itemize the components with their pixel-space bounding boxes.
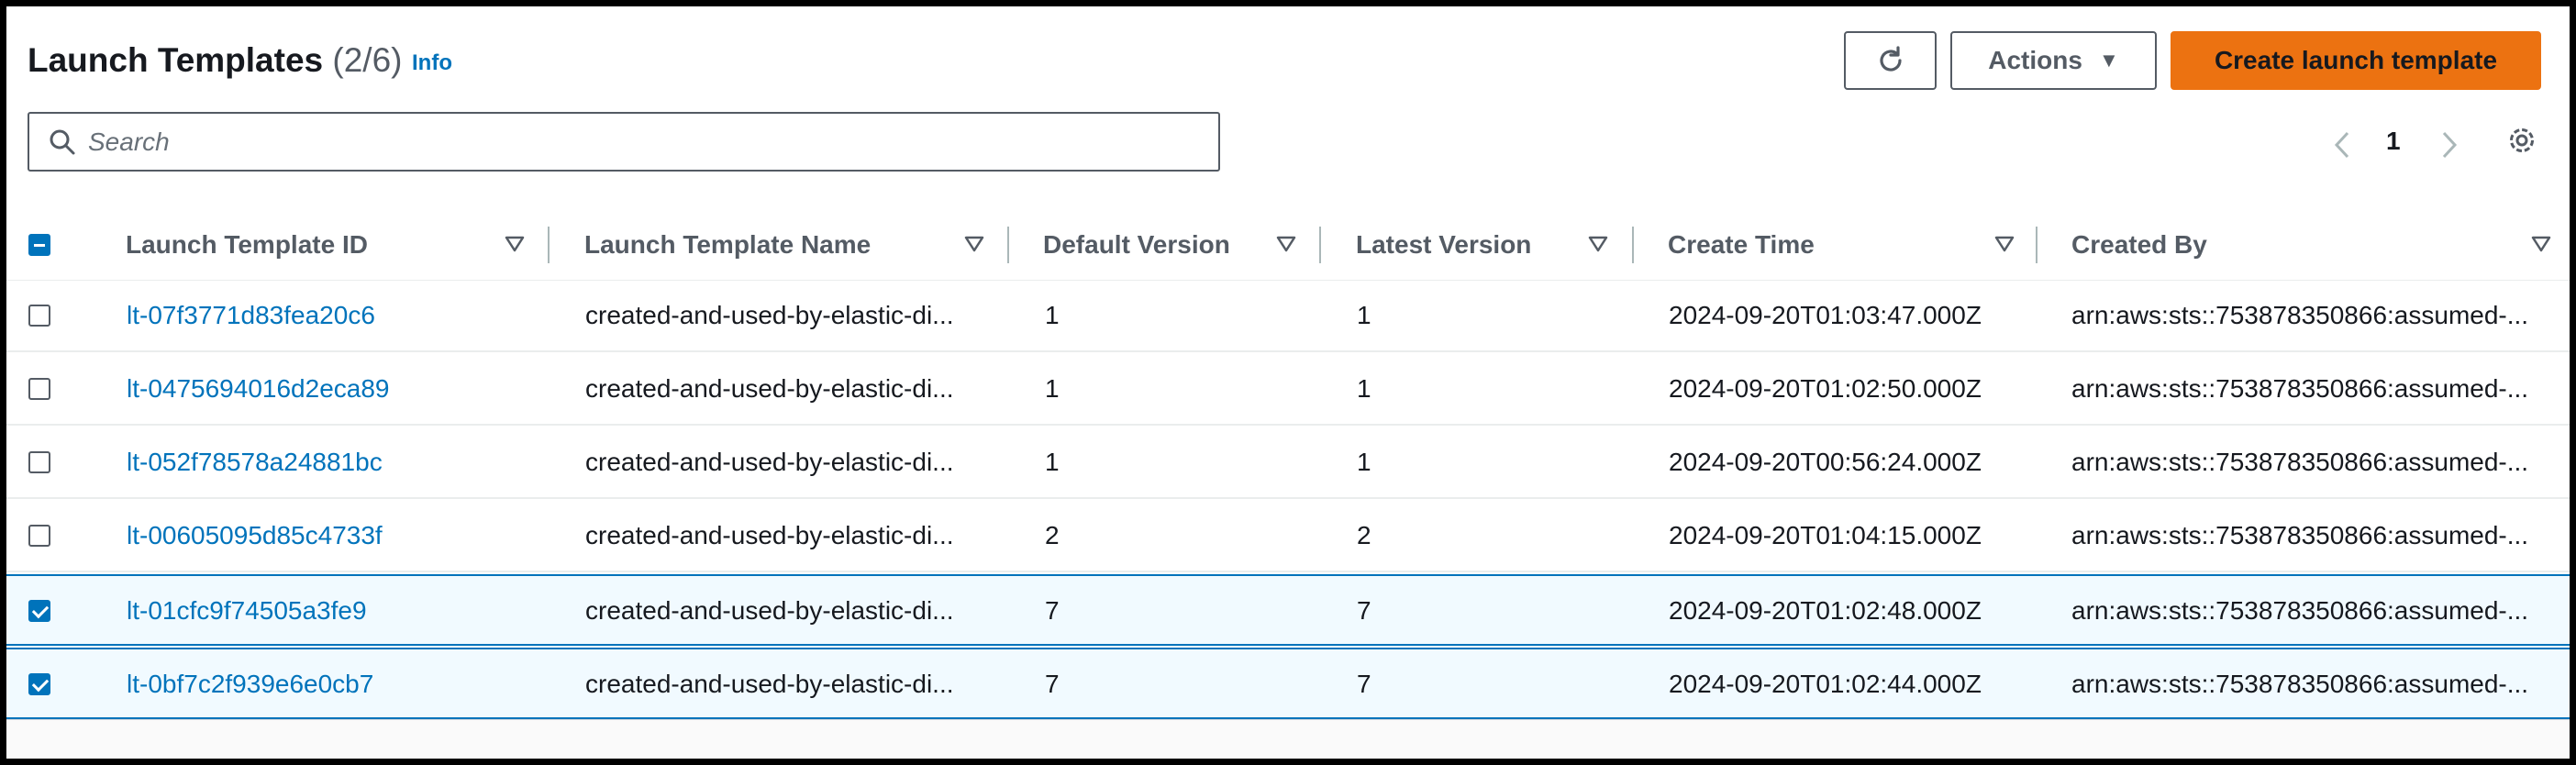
launch-template-id-link[interactable]: lt-0475694016d2eca89 <box>127 354 389 424</box>
column-header-latest-version[interactable]: Latest Version <box>1356 210 1531 280</box>
column-divider[interactable] <box>2036 227 2037 263</box>
chevron-left-icon[interactable] <box>2333 130 2351 161</box>
sort-icon[interactable] <box>1588 235 1608 253</box>
created-by: arn:aws:sts::753878350866:assumed-... <box>2071 374 2529 403</box>
launch-template-name: created-and-used-by-elastic-di... <box>585 374 954 403</box>
created-by: arn:aws:sts::753878350866:assumed-... <box>2071 448 2529 476</box>
table-row[interactable]: lt-01cfc9f74505a3fe9 created-and-used-by… <box>6 574 2570 646</box>
default-version: 1 <box>1045 301 1060 329</box>
created-by: arn:aws:sts::753878350866:assumed-... <box>2071 521 2529 549</box>
column-header-label: Create Time <box>1668 230 1815 259</box>
column-header-create-time[interactable]: Create Time <box>1668 210 1815 280</box>
latest-version: 1 <box>1357 374 1371 403</box>
launch-templates-panel: Launch Templates (2/6) Info Actions ▼ Cr… <box>6 6 2570 720</box>
column-divider[interactable] <box>1007 227 1009 263</box>
latest-version: 7 <box>1357 596 1371 625</box>
row-checkbox[interactable] <box>28 600 50 622</box>
latest-version: 2 <box>1357 521 1371 549</box>
create-time: 2024-09-20T00:56:24.000Z <box>1669 448 1982 476</box>
column-header-label: Default Version <box>1043 230 1230 259</box>
column-header-created-by[interactable]: Created By <box>2071 210 2207 280</box>
latest-version: 7 <box>1357 670 1371 698</box>
create-launch-template-button[interactable]: Create launch template <box>2171 31 2541 90</box>
launch-template-id-link[interactable]: lt-0bf7c2f939e6e0cb7 <box>127 649 373 719</box>
table-row[interactable]: lt-07f3771d83fea20c6 created-and-used-by… <box>6 281 2570 352</box>
search-box[interactable] <box>28 112 1220 172</box>
current-page-number[interactable]: 1 <box>2386 127 2401 156</box>
table-row[interactable]: lt-052f78578a24881bc created-and-used-by… <box>6 427 2570 499</box>
column-header-id[interactable]: Launch Template ID <box>126 210 368 280</box>
actions-button-label: Actions <box>1988 46 2082 74</box>
launch-template-name: created-and-used-by-elastic-di... <box>585 521 954 549</box>
refresh-button[interactable] <box>1844 31 1937 90</box>
launch-template-name: created-and-used-by-elastic-di... <box>585 670 954 698</box>
row-checkbox[interactable] <box>28 673 50 695</box>
column-header-label: Launch Template Name <box>584 230 872 259</box>
create-launch-template-label: Create launch template <box>2214 46 2498 74</box>
launch-template-id-link[interactable]: lt-052f78578a24881bc <box>127 427 383 497</box>
launch-template-id-link[interactable]: lt-07f3771d83fea20c6 <box>127 281 375 350</box>
launch-template-id-link[interactable]: lt-00605095d85c4733f <box>127 501 383 571</box>
column-header-name[interactable]: Launch Template Name <box>584 210 871 280</box>
latest-version: 1 <box>1357 448 1371 476</box>
sort-icon[interactable] <box>505 235 525 253</box>
caret-down-icon: ▼ <box>2098 49 2119 72</box>
create-time: 2024-09-20T01:02:48.000Z <box>1669 596 1982 625</box>
table-row[interactable]: lt-00605095d85c4733f created-and-used-by… <box>6 501 2570 572</box>
launch-template-name: created-and-used-by-elastic-di... <box>585 596 954 625</box>
selection-count: (2/6) <box>332 41 403 79</box>
column-divider[interactable] <box>1632 227 1634 263</box>
table-row[interactable]: lt-0bf7c2f939e6e0cb7 created-and-used-by… <box>6 648 2570 719</box>
column-divider[interactable] <box>1319 227 1321 263</box>
refresh-icon <box>1879 46 1902 72</box>
row-checkbox[interactable] <box>28 378 50 400</box>
gear-icon[interactable] <box>2505 124 2538 161</box>
page-title-text: Launch Templates <box>28 41 324 79</box>
table-header: Launch Template ID Launch Template Name … <box>6 210 2570 282</box>
latest-version: 1 <box>1357 301 1371 329</box>
create-time: 2024-09-20T01:04:15.000Z <box>1669 521 1982 549</box>
default-version: 7 <box>1045 670 1060 698</box>
launch-template-name: created-and-used-by-elastic-di... <box>585 448 954 476</box>
default-version: 1 <box>1045 448 1060 476</box>
search-input[interactable] <box>86 123 1191 161</box>
sort-icon[interactable] <box>1994 235 2015 253</box>
created-by: arn:aws:sts::753878350866:assumed-... <box>2071 670 2529 698</box>
create-time: 2024-09-20T01:03:47.000Z <box>1669 301 1982 329</box>
sort-icon[interactable] <box>1276 235 1296 253</box>
column-header-default-version[interactable]: Default Version <box>1043 210 1230 280</box>
launch-template-name: created-and-used-by-elastic-di... <box>585 301 954 329</box>
row-checkbox[interactable] <box>28 525 50 547</box>
row-checkbox[interactable] <box>28 451 50 473</box>
table-row[interactable]: lt-0475694016d2eca89 created-and-used-by… <box>6 354 2570 426</box>
row-checkbox[interactable] <box>28 305 50 327</box>
actions-button[interactable]: Actions ▼ <box>1950 31 2157 90</box>
sort-icon[interactable] <box>964 235 984 253</box>
default-version: 7 <box>1045 596 1060 625</box>
column-header-label: Launch Template ID <box>126 230 368 259</box>
column-divider[interactable] <box>548 227 550 263</box>
window-frame: Launch Templates (2/6) Info Actions ▼ Cr… <box>6 6 2570 759</box>
create-time: 2024-09-20T01:02:50.000Z <box>1669 374 1982 403</box>
search-icon <box>50 129 75 155</box>
sort-icon[interactable] <box>2531 235 2551 253</box>
default-version: 1 <box>1045 374 1060 403</box>
page-title: Launch Templates (2/6) <box>28 41 402 80</box>
select-all-checkbox[interactable] <box>28 234 50 256</box>
launch-template-id-link[interactable]: lt-01cfc9f74505a3fe9 <box>127 576 367 646</box>
created-by: arn:aws:sts::753878350866:assumed-... <box>2071 301 2529 329</box>
chevron-right-icon[interactable] <box>2440 130 2459 161</box>
created-by: arn:aws:sts::753878350866:assumed-... <box>2071 596 2529 625</box>
info-link[interactable]: Info <box>412 50 452 76</box>
column-header-label: Created By <box>2071 230 2207 259</box>
default-version: 2 <box>1045 521 1060 549</box>
column-header-label: Latest Version <box>1356 230 1532 259</box>
create-time: 2024-09-20T01:02:44.000Z <box>1669 670 1982 698</box>
